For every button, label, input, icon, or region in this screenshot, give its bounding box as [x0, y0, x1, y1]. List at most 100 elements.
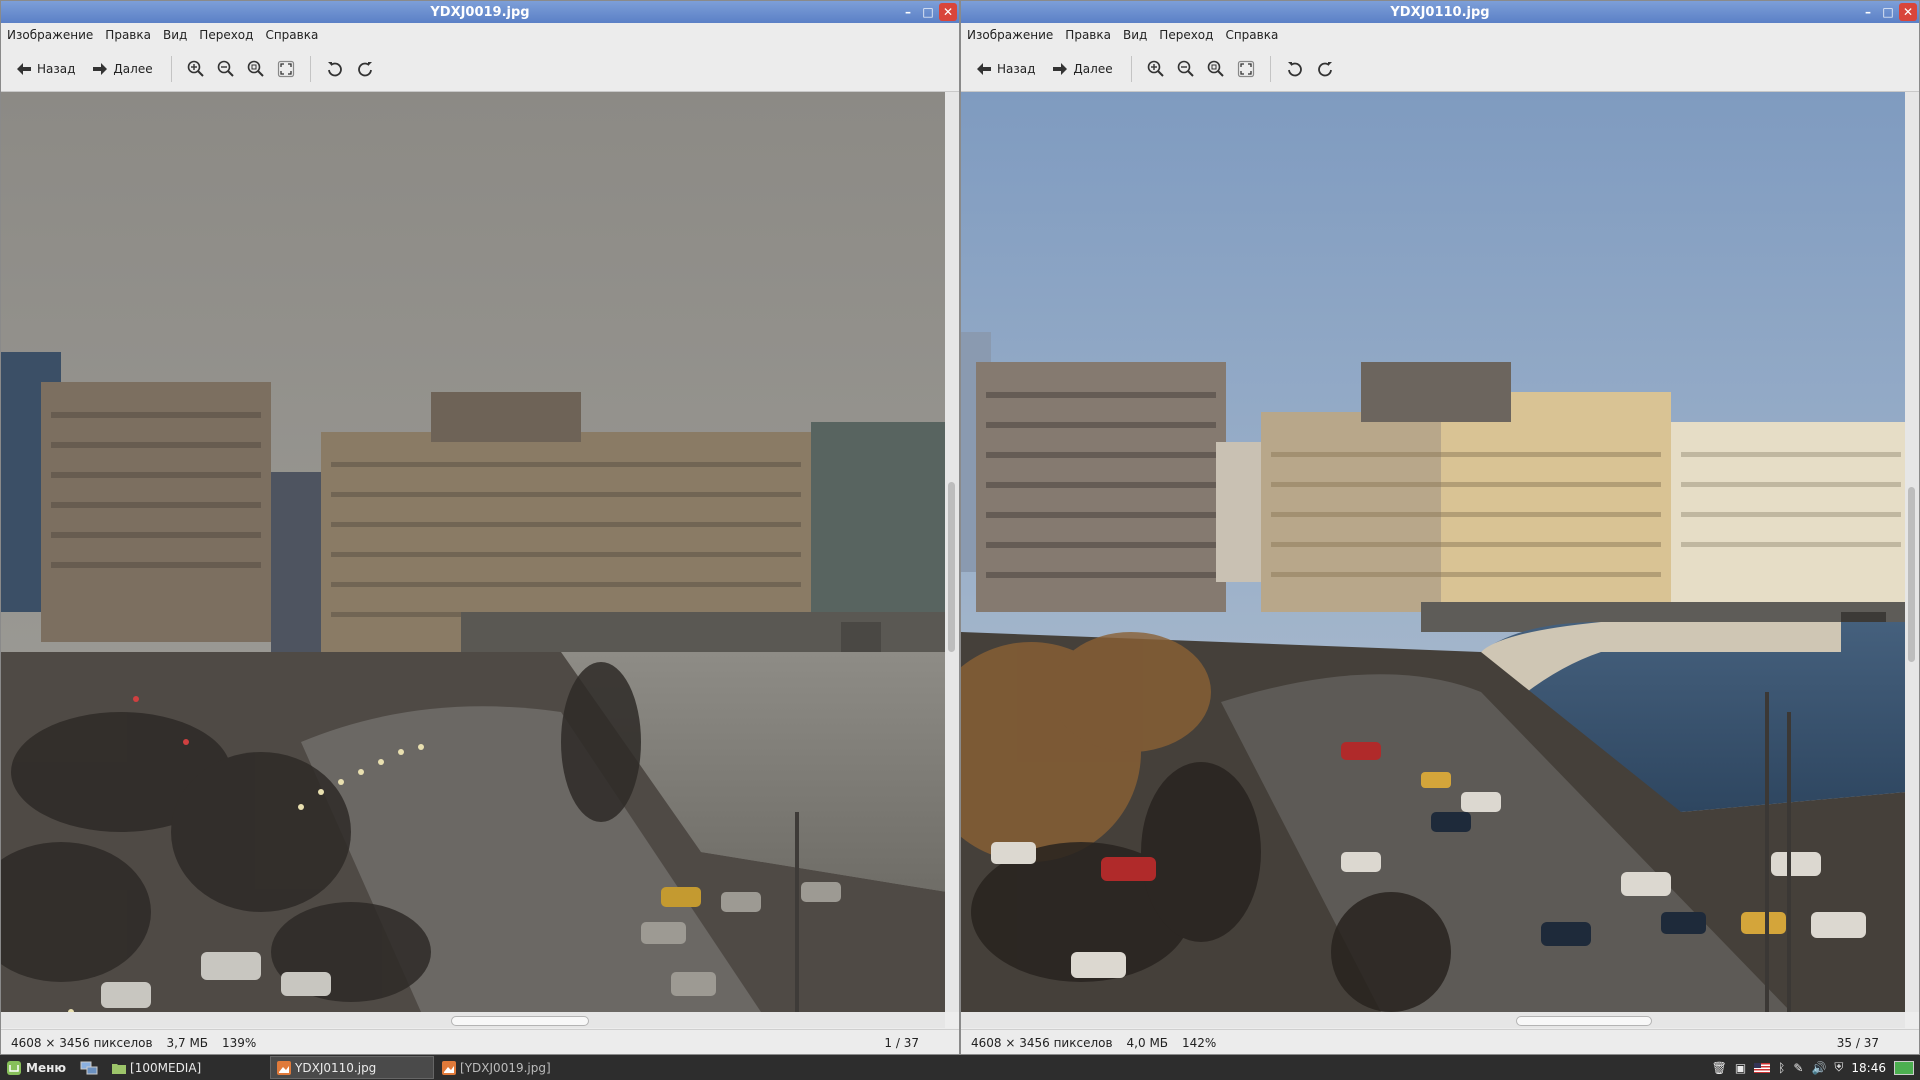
rotate-right-icon[interactable]	[353, 57, 377, 81]
vertical-scroll-thumb[interactable]	[948, 482, 955, 652]
menu-go[interactable]: Переход	[1159, 26, 1213, 44]
minimize-icon[interactable]: –	[899, 3, 917, 21]
toolbar: Назад Далее	[1, 47, 959, 92]
pen-icon[interactable]: ✎	[1793, 1061, 1803, 1075]
menu-go[interactable]: Переход	[199, 26, 253, 44]
fullscreen-icon[interactable]	[1234, 57, 1258, 81]
image-dimensions: 4608 × 3456 пикселов	[971, 1036, 1113, 1050]
vertical-scrollbar[interactable]	[945, 92, 959, 1012]
menubar: Изображение Правка Вид Переход Справка	[1, 23, 959, 47]
file-size: 4,0 МБ	[1126, 1036, 1169, 1050]
horizontal-scroll-thumb[interactable]	[451, 1016, 589, 1026]
zoom-out-icon[interactable]	[1174, 57, 1198, 81]
menu-view[interactable]: Вид	[1123, 26, 1147, 44]
us-flag-icon[interactable]	[1754, 1062, 1771, 1073]
arrow-left-icon	[17, 63, 31, 75]
shield-icon[interactable]: ⛨	[1834, 1060, 1843, 1075]
image-viewer-icon	[277, 1060, 292, 1075]
menu-edit[interactable]: Правка	[1065, 26, 1111, 44]
zoom-fit-icon[interactable]	[244, 57, 268, 81]
maximize-icon[interactable]: □	[919, 3, 937, 21]
photo-sunny-city	[961, 92, 1905, 1012]
network-icon	[80, 1061, 98, 1074]
image-position: 35 / 37	[1836, 1036, 1879, 1050]
taskbar-item-label: YDXJ0110.jpg	[295, 1060, 377, 1075]
zoom-in-icon[interactable]	[1144, 57, 1168, 81]
toolbar-separator	[1130, 56, 1132, 82]
toolbar-separator	[309, 56, 311, 82]
taskbar-item-label: [100MEDIA]	[130, 1060, 202, 1075]
maximize-icon[interactable]: □	[1879, 3, 1897, 21]
rotate-left-icon[interactable]	[323, 57, 347, 81]
close-icon[interactable]: ✕	[939, 3, 957, 21]
volume-icon[interactable]: 🔊	[1811, 1061, 1826, 1075]
menu-image[interactable]: Изображение	[967, 26, 1053, 44]
zoom-level: 142%	[1182, 1036, 1217, 1050]
zoom-fit-icon[interactable]	[1204, 57, 1228, 81]
arrow-left-icon	[977, 63, 991, 75]
bluetooth-icon[interactable]: ᛒ	[1778, 1061, 1785, 1075]
horizontal-scrollbar[interactable]	[1, 1012, 945, 1028]
window-titlebar[interactable]: YDXJ0019.jpg – □ ✕	[1, 1, 959, 23]
rotate-left-icon[interactable]	[1283, 57, 1307, 81]
statusbar: 4608 × 3456 пикселов 3,7 МБ 139% 1 / 37	[1, 1029, 959, 1054]
arrow-right-icon	[1053, 63, 1068, 75]
toolbar: Назад Далее	[961, 47, 1919, 92]
taskbar-item-label: [YDXJ0019.jpg]	[460, 1060, 551, 1075]
vertical-scrollbar[interactable]	[1905, 92, 1919, 1012]
zoom-in-icon[interactable]	[184, 57, 208, 81]
close-icon[interactable]: ✕	[1899, 3, 1917, 21]
vertical-scroll-thumb[interactable]	[1908, 487, 1915, 662]
image-dimensions: 4608 × 3456 пикселов	[11, 1036, 153, 1050]
folder-icon	[112, 1063, 127, 1074]
taskbar: Меню [100MEDIA] YDXJ0110.jpg [YDXJ0019.j…	[0, 1055, 1920, 1080]
file-size: 3,7 МБ	[166, 1036, 209, 1050]
back-button[interactable]: Назад	[971, 58, 1041, 80]
clipboard-icon[interactable]: ▣	[1735, 1061, 1746, 1075]
start-menu-label: Меню	[26, 1060, 67, 1075]
network-launcher[interactable]	[74, 1057, 104, 1078]
back-button[interactable]: Назад	[11, 58, 81, 80]
image-viewer-window-left: YDXJ0019.jpg – □ ✕ Изображение Правка Ви…	[0, 0, 960, 1055]
photo-overcast-city	[1, 92, 945, 1012]
forward-label: Далее	[1073, 62, 1113, 76]
forward-button[interactable]: Далее	[87, 58, 158, 80]
mint-logo-icon	[7, 1060, 21, 1075]
horizontal-scrollbar[interactable]	[961, 1012, 1905, 1028]
arrow-right-icon	[93, 63, 108, 75]
taskbar-item-ydxj0110[interactable]: YDXJ0110.jpg	[270, 1056, 435, 1079]
trash-icon[interactable]: 🗑	[1712, 1061, 1727, 1075]
system-tray: 🗑 ▣ ᛒ ✎ 🔊 ⛨ 18:46	[1712, 1055, 1920, 1080]
toolbar-separator	[1269, 56, 1271, 82]
zoom-level: 139%	[222, 1036, 257, 1050]
start-menu-button[interactable]: Меню	[0, 1057, 72, 1078]
image-canvas[interactable]	[1, 92, 945, 1012]
forward-button[interactable]: Далее	[1047, 58, 1118, 80]
forward-label: Далее	[113, 62, 153, 76]
zoom-out-icon[interactable]	[214, 57, 238, 81]
window-title: YDXJ0019.jpg	[430, 4, 530, 20]
back-label: Назад	[37, 62, 76, 76]
image-viewer-icon	[442, 1060, 457, 1075]
taskbar-item-ydxj0019[interactable]: [YDXJ0019.jpg]	[436, 1057, 598, 1078]
clock[interactable]: 18:46	[1851, 1061, 1886, 1075]
menu-edit[interactable]: Правка	[105, 26, 151, 44]
fullscreen-icon[interactable]	[274, 57, 298, 81]
menu-help[interactable]: Справка	[265, 26, 318, 44]
minimize-icon[interactable]: –	[1859, 3, 1877, 21]
menu-view[interactable]: Вид	[163, 26, 187, 44]
window-titlebar[interactable]: YDXJ0110.jpg – □ ✕	[961, 1, 1919, 23]
statusbar: 4608 × 3456 пикселов 4,0 МБ 142% 35 / 37	[961, 1029, 1919, 1054]
back-label: Назад	[997, 62, 1036, 76]
image-position: 1 / 37	[884, 1036, 919, 1050]
taskbar-item-100media[interactable]: [100MEDIA]	[106, 1057, 268, 1078]
menubar: Изображение Правка Вид Переход Справка	[961, 23, 1919, 47]
rotate-right-icon[interactable]	[1313, 57, 1337, 81]
menu-image[interactable]: Изображение	[7, 26, 93, 44]
image-viewer-window-right: YDXJ0110.jpg – □ ✕ Изображение Правка Ви…	[960, 0, 1920, 1055]
battery-icon[interactable]	[1894, 1060, 1914, 1075]
menu-help[interactable]: Справка	[1225, 26, 1278, 44]
image-canvas[interactable]	[961, 92, 1905, 1012]
window-title: YDXJ0110.jpg	[1390, 4, 1490, 20]
horizontal-scroll-thumb[interactable]	[1516, 1016, 1652, 1026]
